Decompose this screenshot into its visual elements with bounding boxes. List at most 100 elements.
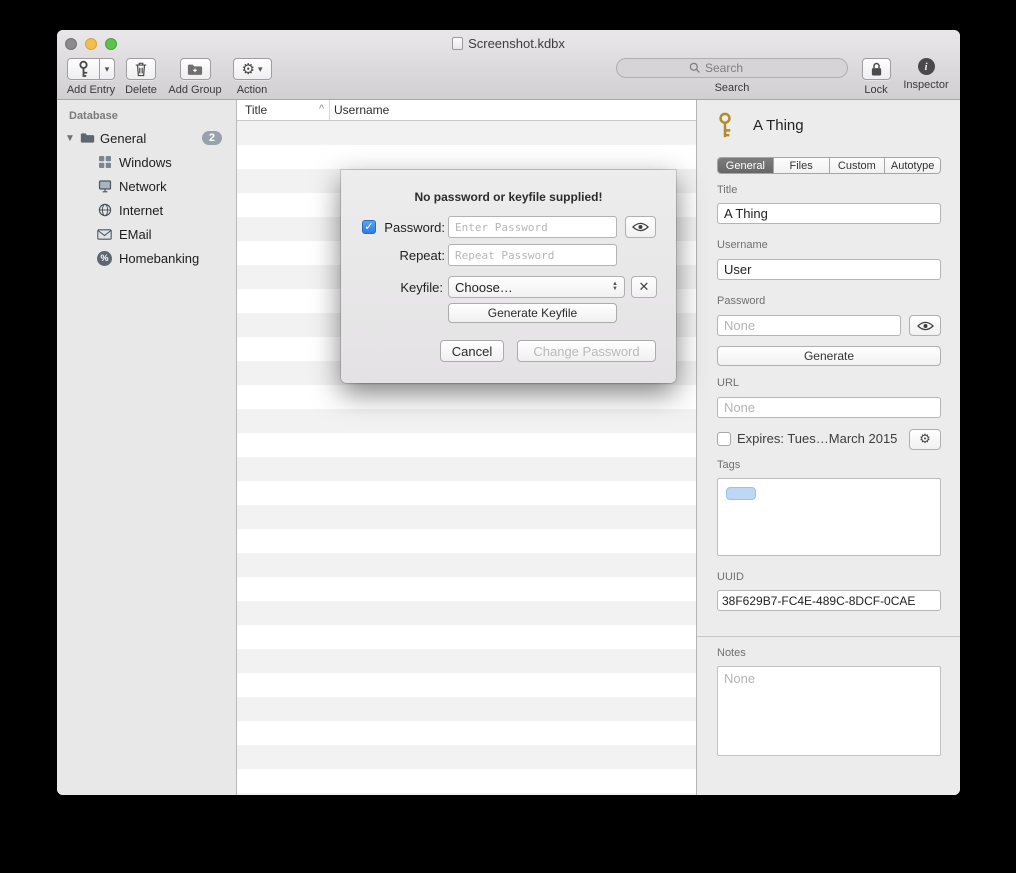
folder-icon xyxy=(80,131,95,146)
expires-row: Expires: Tues…March 2015 xyxy=(717,431,897,446)
globe-icon xyxy=(97,203,112,218)
column-divider[interactable] xyxy=(329,100,330,120)
window-title-area: Screenshot.kdbx xyxy=(57,36,960,51)
info-icon: i xyxy=(924,61,927,73)
delete-label: Delete xyxy=(125,84,157,96)
gear-icon: ⚙ xyxy=(242,62,255,77)
uuid-field-label: UUID xyxy=(717,571,744,583)
sidebar-item-label: Homebanking xyxy=(119,251,199,266)
sidebar-item-homebanking[interactable]: % Homebanking xyxy=(57,246,236,270)
tab-label: General xyxy=(726,160,765,172)
tag-chip[interactable] xyxy=(726,487,756,500)
username-field[interactable] xyxy=(717,259,941,280)
tab-label: Files xyxy=(790,160,813,172)
window-header: Screenshot.kdbx ▾ Add Entry xyxy=(57,30,960,100)
sidebar-item-email[interactable]: EMail xyxy=(57,222,236,246)
sort-ascending-icon: ^ xyxy=(319,103,324,115)
expires-settings-button[interactable]: ⚙ xyxy=(909,429,941,450)
lock-icon xyxy=(870,61,883,77)
title-field[interactable] xyxy=(717,203,941,224)
cancel-button[interactable]: Cancel xyxy=(440,340,504,362)
trash-icon xyxy=(134,61,148,77)
tags-field[interactable] xyxy=(717,478,941,556)
search-label: Search xyxy=(715,82,750,94)
reveal-password-button[interactable] xyxy=(909,315,941,336)
lock-button[interactable] xyxy=(862,58,891,80)
title-field-label: Title xyxy=(717,184,737,196)
inspector-label: Inspector xyxy=(903,79,948,91)
add-entry-button[interactable] xyxy=(67,58,100,80)
change-password-button[interactable]: Change Password xyxy=(517,340,656,362)
entry-count-badge: 2 xyxy=(202,131,222,145)
notes-field[interactable] xyxy=(717,666,941,756)
folder-plus-icon xyxy=(187,63,203,76)
sidebar-item-label: EMail xyxy=(119,227,152,242)
sidebar-group-general[interactable]: ▼ General 2 xyxy=(57,126,236,150)
uuid-field[interactable] xyxy=(717,590,941,611)
repeat-label: Repeat: xyxy=(365,248,445,263)
keyfile-value: Choose… xyxy=(455,280,513,295)
password-label: Password: xyxy=(365,220,445,235)
keyfile-dropdown[interactable]: Choose… ▲ ▼ xyxy=(448,276,625,298)
chevron-down-icon: ▾ xyxy=(105,65,110,74)
toolbar-search: Search xyxy=(614,58,850,94)
tab-files[interactable]: Files xyxy=(774,158,830,173)
action-button[interactable]: ⚙ ▾ xyxy=(233,58,272,80)
url-field-label: URL xyxy=(717,377,739,389)
network-icon xyxy=(97,179,112,194)
sidebar-group-label: General xyxy=(100,131,146,146)
generate-keyfile-button[interactable]: Generate Keyfile xyxy=(448,303,617,323)
tab-autotype[interactable]: Autotype xyxy=(885,158,940,173)
search-field[interactable] xyxy=(616,58,848,78)
sidebar-item-label: Internet xyxy=(119,203,163,218)
toolbar-inspector: i Inspector xyxy=(897,58,955,91)
password-field[interactable] xyxy=(717,315,901,336)
keyfile-label: Keyfile: xyxy=(363,280,443,295)
tab-label: Custom xyxy=(838,160,876,172)
key-icon xyxy=(77,60,90,79)
delete-button[interactable] xyxy=(126,58,156,80)
dialog-repeat-input[interactable] xyxy=(448,244,617,266)
tab-custom[interactable]: Custom xyxy=(830,158,886,173)
add-entry-label: Add Entry xyxy=(67,84,115,96)
toolbar-action: ⚙ ▾ Action xyxy=(226,58,278,96)
dialog-message: No password or keyfile supplied! xyxy=(341,190,676,204)
sidebar-item-internet[interactable]: Internet xyxy=(57,198,236,222)
sidebar-item-windows[interactable]: Windows xyxy=(57,150,236,174)
disclosure-triangle-icon[interactable]: ▼ xyxy=(65,133,75,144)
expires-checkbox[interactable] xyxy=(717,432,731,446)
clear-keyfile-button[interactable]: ✕ xyxy=(631,276,657,298)
eye-icon xyxy=(632,222,649,232)
generate-password-button[interactable]: Generate xyxy=(717,346,941,366)
toolbar-lock: Lock xyxy=(856,58,896,96)
inspector-tabs: General Files Custom Autotype xyxy=(717,157,941,174)
add-group-button[interactable] xyxy=(180,58,211,80)
toolbar-add-group: Add Group xyxy=(164,58,226,96)
close-icon: ✕ xyxy=(639,279,650,295)
username-field-label: Username xyxy=(717,239,768,251)
envelope-icon xyxy=(97,227,112,242)
change-password-dialog: No password or keyfile supplied! ✓ Passw… xyxy=(341,170,676,383)
dialog-password-input[interactable] xyxy=(448,216,617,238)
dialog-reveal-password-button[interactable] xyxy=(625,216,656,238)
lock-label: Lock xyxy=(864,84,887,96)
column-header-title[interactable]: Title xyxy=(245,103,267,117)
column-header-username[interactable]: Username xyxy=(334,103,389,117)
search-input[interactable] xyxy=(705,61,775,75)
main-content: Database ▼ General 2 xyxy=(57,100,960,795)
stepper-icon: ▲ ▼ xyxy=(612,282,618,292)
search-icon xyxy=(689,62,701,74)
gear-icon: ⚙ xyxy=(919,433,931,446)
add-entry-dropdown-button[interactable]: ▾ xyxy=(100,58,115,80)
url-field[interactable] xyxy=(717,397,941,418)
tab-general[interactable]: General xyxy=(718,158,774,173)
inspector-toggle-button[interactable]: i xyxy=(918,58,935,75)
chevron-down-icon: ▾ xyxy=(258,65,263,74)
tab-label: Autotype xyxy=(891,160,934,172)
window-title: Screenshot.kdbx xyxy=(468,36,565,51)
inspector-entry-header: A Thing xyxy=(715,112,804,139)
sidebar-item-label: Windows xyxy=(119,155,172,170)
sidebar-item-network[interactable]: Network xyxy=(57,174,236,198)
sidebar-item-label: Network xyxy=(119,179,167,194)
eye-icon xyxy=(917,321,934,331)
